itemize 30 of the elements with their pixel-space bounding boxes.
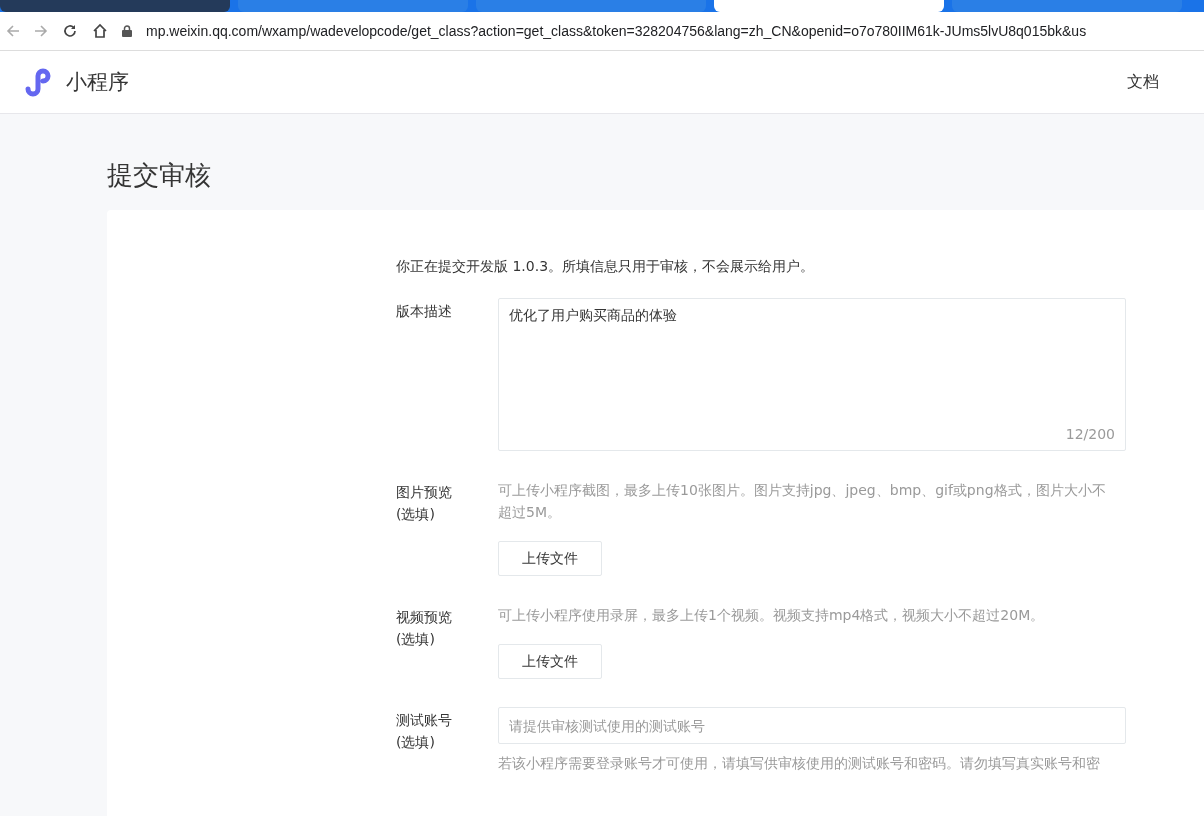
forward-icon[interactable]: [34, 24, 48, 38]
browser-tab[interactable]: [476, 0, 706, 12]
optional-label: (选填): [396, 505, 436, 524]
nav-link[interactable]: 文档: [1127, 71, 1159, 93]
lock-icon: [122, 25, 132, 37]
reload-icon[interactable]: [62, 23, 78, 39]
textarea-value: 优化了用户购买商品的体验: [509, 307, 677, 323]
browser-tab[interactable]: [714, 0, 944, 12]
logo-text: 小程序: [66, 69, 129, 96]
field-label: 视频预览: [396, 608, 453, 627]
field-label: 测试账号: [396, 711, 453, 730]
field-hint: 若该小程序需要登录账号才可使用，请填写供审核使用的测试账号和密码。请勿填写真实账号和密: [498, 754, 1101, 773]
upload-button[interactable]: 上传文件: [498, 644, 602, 679]
back-icon[interactable]: [6, 24, 20, 38]
optional-label: (选填): [396, 733, 436, 752]
upload-button[interactable]: 上传文件: [498, 541, 602, 576]
page-title: 提交审核: [106, 159, 212, 192]
description-textarea[interactable]: 优化了用户购买商品的体验 12/200: [498, 298, 1126, 451]
field-hint: 可上传小程序使用录屏，最多上传1个视频。视频支持mp4格式，视频大小不超过20M。: [498, 606, 1046, 625]
browser-tab[interactable]: [238, 0, 468, 12]
browser-tab[interactable]: [0, 0, 230, 12]
field-hint: 可上传小程序截图，最多上传10张图片。图片支持jpg、jpeg、bmp、gif或png格式，图片大小不超过5M。: [498, 481, 1107, 522]
char-counter: 12/200: [1065, 426, 1115, 442]
home-icon[interactable]: [92, 23, 108, 39]
field-label: 版本描述: [396, 302, 453, 321]
browser-tab[interactable]: [952, 0, 1182, 12]
intro-text: 你正在提交开发版 1.0.3。所填信息只用于审核，不会展示给用户。: [396, 258, 816, 276]
optional-label: (选填): [396, 630, 436, 649]
account-input[interactable]: 请提供审核测试使用的测试账号: [498, 707, 1126, 744]
field-label: 图片预览: [396, 483, 453, 502]
